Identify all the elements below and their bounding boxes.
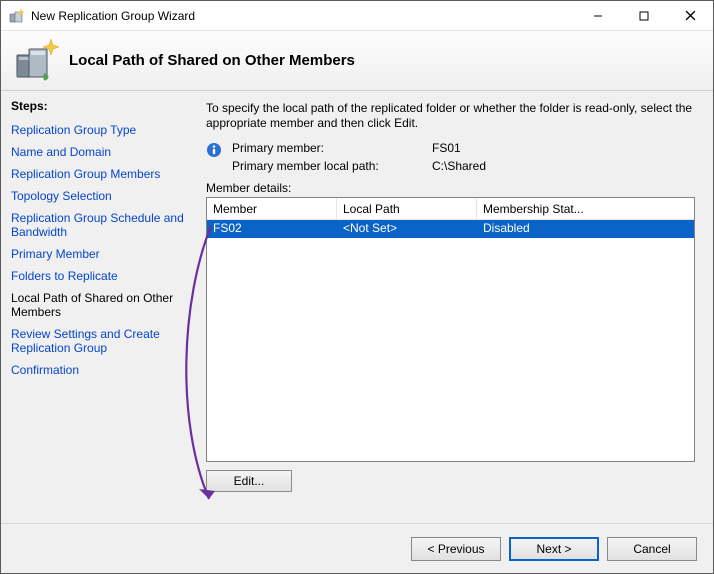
instruction-text: To specify the local path of the replica…: [206, 101, 695, 131]
cancel-button[interactable]: Cancel: [607, 537, 697, 561]
maximize-button[interactable]: [621, 1, 667, 30]
table-header-row: Member Local Path Membership Stat...: [207, 198, 694, 220]
wizard-large-icon: [15, 39, 59, 83]
column-local-path[interactable]: Local Path: [337, 198, 477, 219]
cell-status: Disabled: [477, 220, 694, 238]
info-icon: [206, 142, 222, 158]
member-details-table[interactable]: Member Local Path Membership Stat... FS0…: [206, 197, 695, 462]
wizard-footer: < Previous Next > Cancel: [1, 523, 713, 573]
main-area: Steps: Replication Group Type Name and D…: [1, 91, 713, 523]
primary-info-row: Primary member: FS01 Primary member loca…: [206, 141, 695, 173]
wizard-icon: [9, 8, 25, 24]
primary-path-value: C:\Shared: [432, 159, 486, 173]
content-panel: To specify the local path of the replica…: [196, 91, 713, 523]
step-name-and-domain[interactable]: Name and Domain: [11, 141, 191, 163]
steps-heading: Steps:: [11, 99, 196, 113]
titlebar: New Replication Group Wizard: [1, 1, 713, 31]
primary-member-value: FS01: [432, 141, 486, 155]
cell-member: FS02: [207, 220, 337, 238]
column-member[interactable]: Member: [207, 198, 337, 219]
primary-member-label: Primary member:: [232, 141, 432, 155]
primary-path-label: Primary member local path:: [232, 159, 432, 173]
window-controls: [575, 1, 713, 30]
next-button[interactable]: Next >: [509, 537, 599, 561]
wizard-header: Local Path of Shared on Other Members: [1, 31, 713, 91]
minimize-button[interactable]: [575, 1, 621, 30]
cell-local-path: <Not Set>: [337, 220, 477, 238]
step-replication-group-members[interactable]: Replication Group Members: [11, 163, 191, 185]
step-topology-selection[interactable]: Topology Selection: [11, 185, 191, 207]
member-details-label: Member details:: [206, 181, 695, 195]
edit-button[interactable]: Edit...: [206, 470, 292, 492]
column-membership-status[interactable]: Membership Stat...: [477, 198, 694, 219]
table-row[interactable]: FS02 <Not Set> Disabled: [207, 220, 694, 238]
page-title: Local Path of Shared on Other Members: [69, 52, 355, 69]
close-button[interactable]: [667, 1, 713, 30]
step-primary-member[interactable]: Primary Member: [11, 243, 191, 265]
window-title: New Replication Group Wizard: [31, 9, 575, 23]
step-review-settings[interactable]: Review Settings and Create Replication G…: [11, 323, 191, 359]
step-replication-group-type[interactable]: Replication Group Type: [11, 119, 191, 141]
step-local-path-other-members[interactable]: Local Path of Shared on Other Members: [11, 287, 191, 323]
steps-sidebar: Steps: Replication Group Type Name and D…: [1, 91, 196, 523]
step-schedule-and-bandwidth[interactable]: Replication Group Schedule and Bandwidth: [11, 207, 191, 243]
step-confirmation[interactable]: Confirmation: [11, 359, 191, 381]
step-folders-to-replicate[interactable]: Folders to Replicate: [11, 265, 191, 287]
previous-button[interactable]: < Previous: [411, 537, 501, 561]
